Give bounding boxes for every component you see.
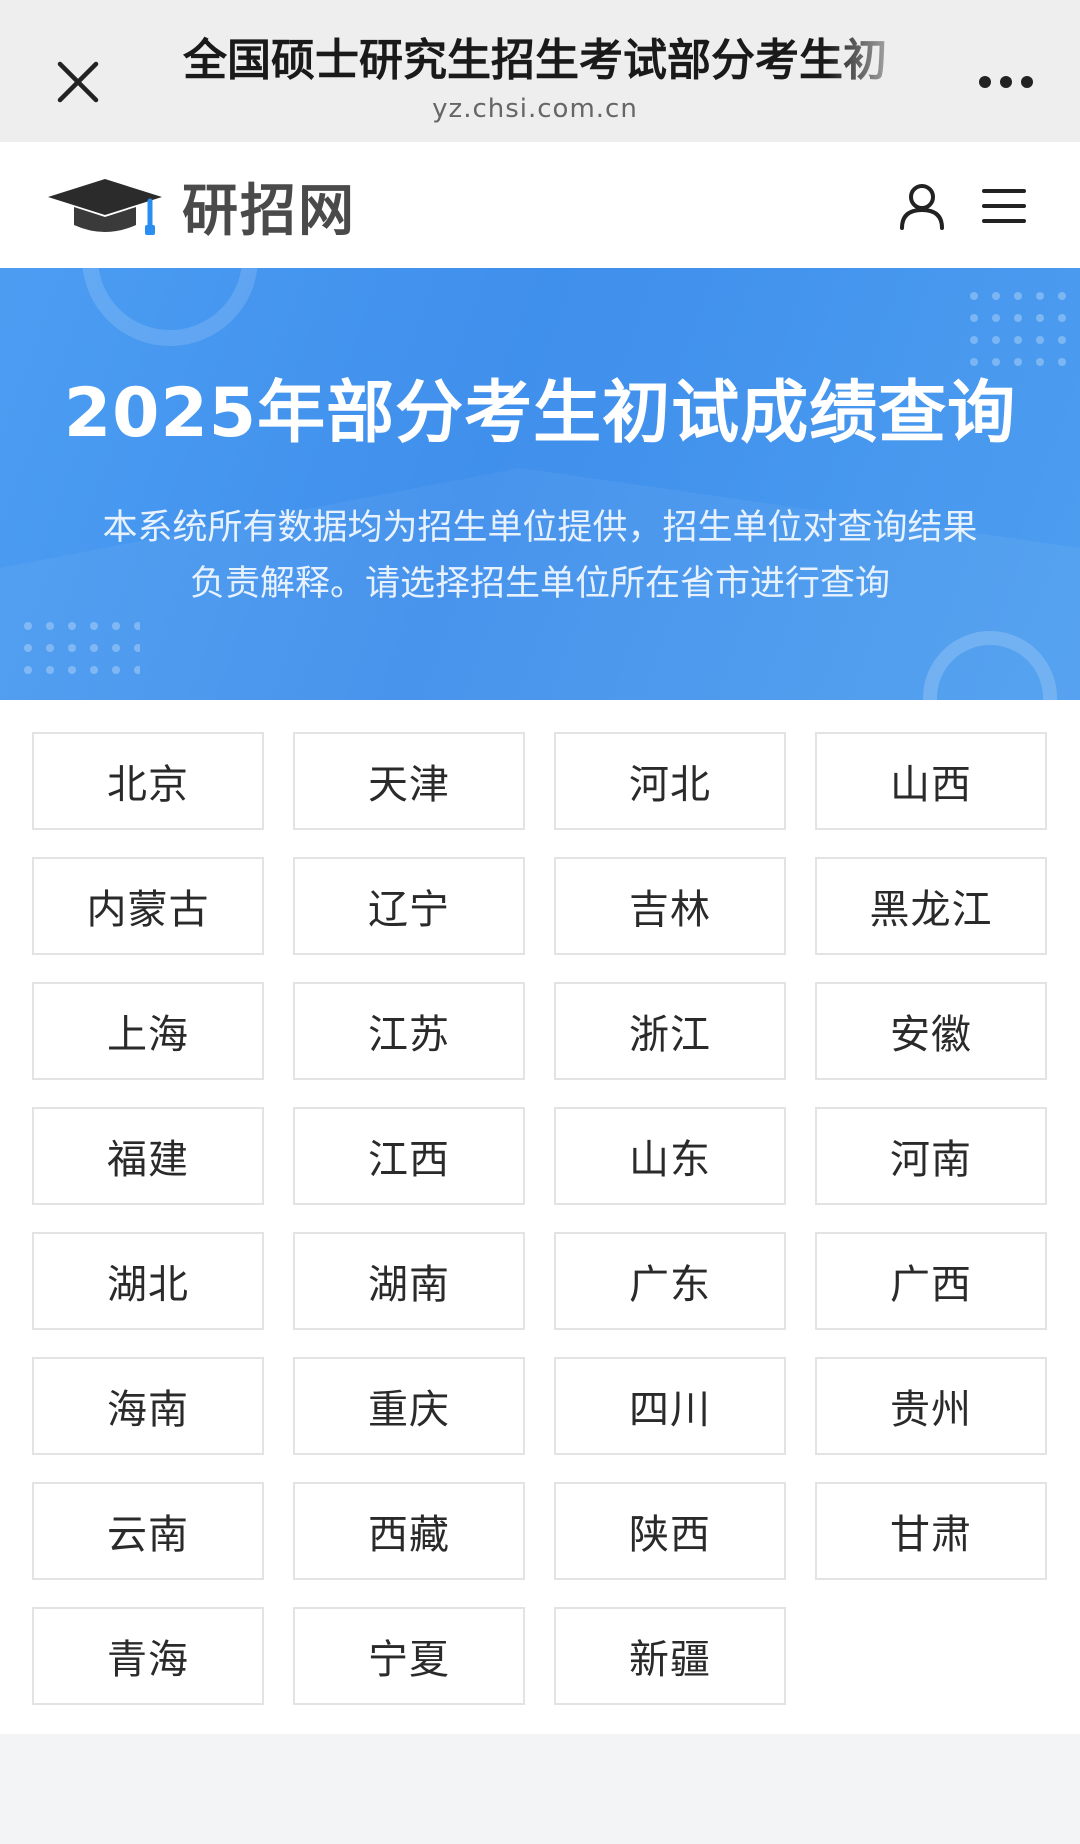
menu-icon: [982, 189, 1026, 223]
province-button[interactable]: 天津: [293, 732, 525, 830]
page-url: yz.chsi.com.cn: [432, 94, 638, 124]
more-icon: [979, 76, 1033, 88]
province-button[interactable]: 上海: [32, 982, 264, 1080]
banner-description-line: 负责解释。请选择招生单位所在省市进行查询: [189, 564, 890, 604]
page-title-block: 全国硕士研究生招生考试部分考生初 yz.chsi.com.cn: [150, 28, 920, 128]
province-button[interactable]: 辽宁: [293, 857, 525, 955]
province-button[interactable]: 湖南: [293, 1232, 525, 1330]
province-button[interactable]: 新疆: [554, 1607, 786, 1705]
province-button[interactable]: 宁夏: [293, 1607, 525, 1705]
more-button[interactable]: [966, 54, 1046, 110]
province-button[interactable]: 浙江: [554, 982, 786, 1080]
banner-title: 2025年部分考生初试成绩查询: [63, 374, 1017, 453]
province-button[interactable]: 湖北: [32, 1232, 264, 1330]
province-button[interactable]: 甘肃: [815, 1482, 1047, 1580]
province-button[interactable]: 北京: [32, 732, 264, 830]
site-logo[interactable]: 研招网: [46, 166, 356, 246]
province-button[interactable]: 内蒙古: [32, 857, 264, 955]
province-button[interactable]: 福建: [32, 1107, 264, 1205]
province-button[interactable]: 江西: [293, 1107, 525, 1205]
province-button[interactable]: 陕西: [554, 1482, 786, 1580]
close-icon: [57, 61, 99, 103]
province-button[interactable]: 吉林: [554, 857, 786, 955]
menu-button[interactable]: [976, 178, 1032, 234]
province-button[interactable]: 山西: [815, 732, 1047, 830]
browser-top-bar: 全国硕士研究生招生考试部分考生初 yz.chsi.com.cn: [0, 0, 1080, 142]
province-button[interactable]: 四川: [554, 1357, 786, 1455]
page-title: 全国硕士研究生招生考试部分考生初: [183, 35, 887, 86]
province-button[interactable]: 山东: [554, 1107, 786, 1205]
banner-description-line: 本系统所有数据均为招生单位提供，招生单位对查询结果: [102, 508, 978, 548]
province-button[interactable]: 海南: [32, 1357, 264, 1455]
province-button[interactable]: 河北: [554, 732, 786, 830]
province-button[interactable]: 江苏: [293, 982, 525, 1080]
province-button[interactable]: 贵州: [815, 1357, 1047, 1455]
province-button[interactable]: 广西: [815, 1232, 1047, 1330]
score-query-banner: 2025年部分考生初试成绩查询 本系统所有数据均为招生单位提供，招生单位对查询结…: [0, 268, 1080, 700]
close-button[interactable]: [50, 54, 106, 110]
province-button[interactable]: 云南: [32, 1482, 264, 1580]
logo-text: 研招网: [182, 177, 356, 244]
province-selection-area: 北京 天津 河北 山西内蒙古 辽宁 吉林 黑龙江上海 江苏 浙江 安徽福建 江西 山东 河南湖北 湖南 广东…: [0, 700, 1080, 1734]
province-button[interactable]: 广东: [554, 1232, 786, 1330]
province-button[interactable]: 西藏: [293, 1482, 525, 1580]
user-button[interactable]: [894, 178, 950, 234]
province-grid: 北京 天津 河北 山西内蒙古 辽宁 吉林 黑龙江上海 江苏 浙江 安徽福建 江西 山东 河南湖北 湖南 广东…: [32, 732, 1048, 1705]
province-button[interactable]: 河南: [815, 1107, 1047, 1205]
province-button[interactable]: 安徽: [815, 982, 1047, 1080]
banner-decoration: [0, 268, 1080, 700]
province-button[interactable]: 黑龙江: [815, 857, 1047, 955]
province-button[interactable]: 重庆: [293, 1357, 525, 1455]
user-icon: [900, 184, 944, 230]
banner-description: 本系统所有数据均为招生单位提供，招生单位对查询结果 负责解释。请选择招生单位所在…: [40, 500, 1040, 612]
graduation-cap-icon: [48, 179, 162, 235]
province-button[interactable]: 青海: [32, 1607, 264, 1705]
site-header: 研招网: [0, 142, 1080, 268]
